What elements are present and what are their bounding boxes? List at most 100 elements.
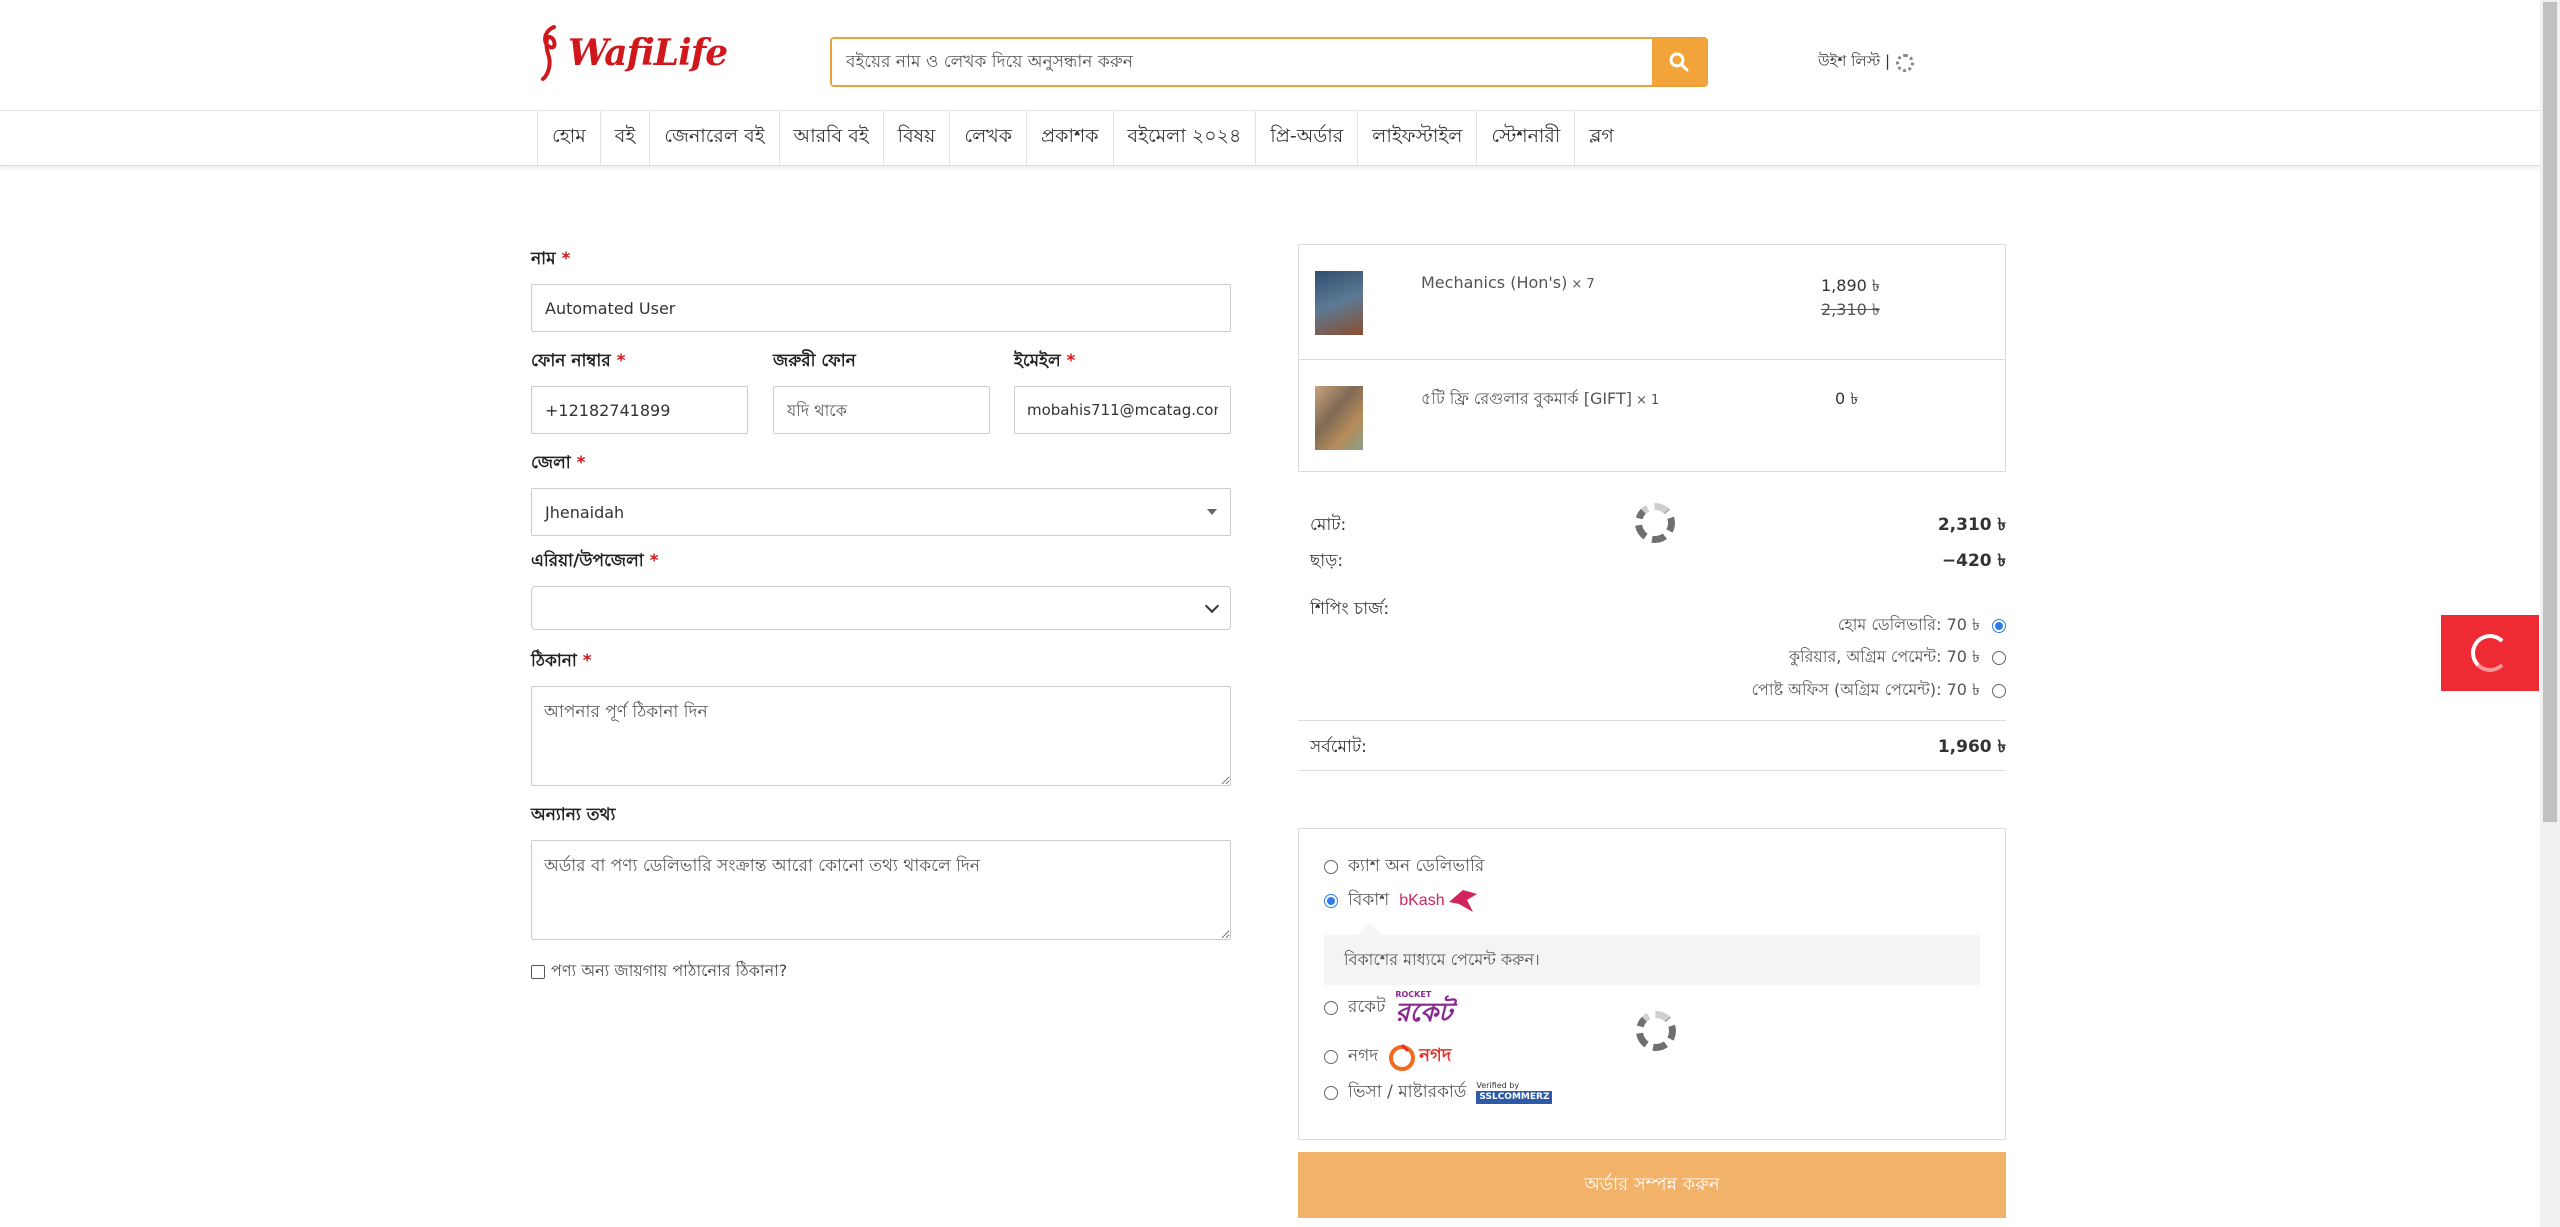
bookmark-thumbnail[interactable] xyxy=(1315,386,1363,450)
cart-item-price: 1,890 ৳ xyxy=(1821,276,1880,295)
grand-total-value: 1,960 ৳ xyxy=(1937,737,2006,757)
payment-option-nagad[interactable]: নগদ নগদ xyxy=(1324,1041,1451,1072)
place-order-button[interactable]: অর্ডার সম্পন্ন করুন xyxy=(1298,1152,2006,1218)
search-button[interactable] xyxy=(1652,39,1706,85)
nav-item-authors[interactable]: লেখক xyxy=(949,111,1026,165)
discount-label: ছাড়: xyxy=(1310,551,1344,571)
cart-item-name[interactable]: ৫টি ফ্রি রেগুলার বুকমার্ক [GIFT] × 1 xyxy=(1421,386,1659,413)
divider xyxy=(1298,770,2006,771)
divider xyxy=(1298,720,2006,721)
other-info-textarea[interactable] xyxy=(531,840,1231,940)
alt-phone-label: জরুরী ফোন xyxy=(773,351,856,371)
address-field-group: ঠিকানা * xyxy=(531,648,1231,791)
nav-item-books[interactable]: বই xyxy=(599,111,649,165)
shipping-option-post-office[interactable]: পোষ্ট অফিস (অগ্রিম পেমেন্ট): 70 ৳ xyxy=(1752,677,2006,704)
nav-item-pre-order[interactable]: প্রি-অর্ডার xyxy=(1255,111,1357,165)
nav-item-blog[interactable]: ব্লগ xyxy=(1574,111,1628,165)
wishlist-label: উইশ লিস্ট | xyxy=(1818,52,1891,70)
cart-item-qty: × 7 xyxy=(1571,277,1595,292)
shipping-radio-home[interactable] xyxy=(1992,618,2006,633)
floating-chat-button[interactable] xyxy=(2441,615,2539,691)
phone-field-group: ফোন নাম্বার * xyxy=(531,348,748,434)
bkash-note: বিকাশের মাধ্যমে পেমেন্ট করুন। xyxy=(1324,923,1980,985)
cart-item-name[interactable]: Mechanics (Hon's) × 7 xyxy=(1421,273,1595,292)
logo-mark-icon xyxy=(541,25,557,81)
scrollbar-thumb[interactable] xyxy=(2543,2,2557,822)
nav-item-stationery[interactable]: স্টেশনারী xyxy=(1476,111,1574,165)
email-field-group: ইমেইল * xyxy=(1014,348,1231,434)
area-label: এরিয়া/উপজেলা * xyxy=(531,551,659,571)
ship-other-address-checkbox-group: পণ্য অন্য জায়গায় পাঠানোর ঠিকানা? xyxy=(531,958,787,985)
address-textarea[interactable] xyxy=(531,686,1231,786)
payment-option-cod[interactable]: ক্যাশ অন ডেলিভারি xyxy=(1324,853,1484,881)
payment-radio-bkash[interactable] xyxy=(1324,894,1338,908)
payment-radio-nagad[interactable] xyxy=(1324,1049,1338,1064)
name-field-group: নাম * xyxy=(531,246,1231,332)
payment-option-rocket[interactable]: রকেট ROCKET রকেট xyxy=(1324,991,1452,1025)
name-input[interactable] xyxy=(531,284,1231,332)
nav-item-general-books[interactable]: জেনারেল বই xyxy=(649,111,778,165)
nagad-mark-icon xyxy=(1389,1043,1416,1071)
shipping-radio-courier[interactable] xyxy=(1992,650,2006,665)
payment-methods: ক্যাশ অন ডেলিভারি বিকাশ bKash বিকাশের মা… xyxy=(1298,828,2006,1140)
search-input[interactable] xyxy=(832,39,1652,85)
ship-other-address-label[interactable]: পণ্য অন্য জায়গায় পাঠানোর ঠিকানা? xyxy=(551,958,787,985)
nav-item-book-fair[interactable]: বইমেলা ২০২৪ xyxy=(1112,111,1256,165)
district-label: জেলা * xyxy=(531,453,586,473)
loading-spinner-icon xyxy=(1635,503,1675,543)
nagad-logo: নগদ xyxy=(1388,1041,1451,1072)
loading-spinner-icon xyxy=(2471,634,2509,672)
sslcommerz-logo: Verified by SSLCOMMERZ xyxy=(1476,1082,1553,1104)
other-info-field-group: অন্যান্য তথ্য xyxy=(531,802,1231,945)
loading-spinner-icon xyxy=(1636,1011,1676,1051)
alt-phone-field-group: জরুরী ফোন xyxy=(773,348,990,434)
book-thumbnail[interactable] xyxy=(1315,271,1363,335)
page-scrollbar[interactable] xyxy=(2540,0,2560,1227)
caret-down-icon xyxy=(1207,509,1217,515)
area-field-group: এরিয়া/উপজেলা * xyxy=(531,548,1231,630)
ship-other-address-checkbox[interactable] xyxy=(531,964,545,979)
district-field-group: জেলা * Jhenaidah xyxy=(531,450,1231,536)
cart-item-old-price: 2,310 ৳ xyxy=(1821,300,1880,319)
name-label: নাম * xyxy=(531,249,571,269)
subtotal-label: মোট: xyxy=(1310,515,1347,535)
district-select[interactable]: Jhenaidah xyxy=(531,488,1231,536)
nav-item-subjects[interactable]: বিষয় xyxy=(882,111,950,165)
payment-radio-rocket[interactable] xyxy=(1324,1001,1338,1015)
bkash-logo: bKash xyxy=(1399,888,1478,914)
loading-spinner-icon xyxy=(1896,53,1915,72)
payment-radio-cod[interactable] xyxy=(1324,860,1338,874)
nav-item-home[interactable]: হোম xyxy=(537,111,600,165)
phone-label: ফোন নাম্বার * xyxy=(531,351,626,371)
payment-radio-card[interactable] xyxy=(1324,1086,1338,1100)
nav-item-arabic-books[interactable]: আরবি বই xyxy=(778,111,883,165)
cart-item: Mechanics (Hon's) × 7 1,890 ৳ 2,310 ৳ xyxy=(1299,245,2005,359)
chevron-down-icon xyxy=(1204,598,1220,613)
area-select[interactable] xyxy=(531,586,1231,630)
alt-phone-input[interactable] xyxy=(773,386,990,434)
search-bar xyxy=(830,37,1708,87)
shipping-label: শিপিং চার্জ: xyxy=(1310,599,1390,619)
logo-text: WafiLife xyxy=(568,32,728,74)
shipping-radio-post-office[interactable] xyxy=(1992,683,2006,698)
bkash-bird-icon xyxy=(1448,890,1477,912)
main-nav: হোম বই জেনারেল বই আরবি বই বিষয় লেখক প্র… xyxy=(0,110,2540,166)
nav-item-publishers[interactable]: প্রকাশক xyxy=(1026,111,1113,165)
shipping-option-courier[interactable]: কুরিয়ার, অগ্রিম পেমেন্ট: 70 ৳ xyxy=(1789,644,2006,671)
email-input[interactable] xyxy=(1014,386,1231,434)
payment-option-bkash[interactable]: বিকাশ bKash xyxy=(1324,887,1479,915)
shipping-option-home[interactable]: হোম ডেলিভারি: 70 ৳ xyxy=(1838,612,2006,639)
nav-item-lifestyle[interactable]: লাইফস্টাইল xyxy=(1357,111,1476,165)
email-label: ইমেইল * xyxy=(1014,351,1076,371)
grand-total-label: সর্বমোট: xyxy=(1310,737,1367,757)
cart-item: ৫টি ফ্রি রেগুলার বুকমার্ক [GIFT] × 1 0 ৳ xyxy=(1299,359,2005,473)
other-info-label: অন্যান্য তথ্য xyxy=(531,805,616,825)
wishlist-link[interactable]: উইশ লিস্ট | xyxy=(1818,50,1915,75)
subtotal-value: 2,310 ৳ xyxy=(1937,515,2006,535)
cart-summary: Mechanics (Hon's) × 7 1,890 ৳ 2,310 ৳ ৫টি… xyxy=(1298,244,2006,472)
search-icon xyxy=(1669,52,1689,72)
payment-option-card[interactable]: ভিসা / মাষ্টারকার্ড Verified by SSLCOMME… xyxy=(1324,1079,1553,1107)
wafilife-logo[interactable]: WafiLife xyxy=(540,18,728,88)
phone-input[interactable] xyxy=(531,386,748,434)
rocket-logo: ROCKET রকেট xyxy=(1395,990,1453,1027)
